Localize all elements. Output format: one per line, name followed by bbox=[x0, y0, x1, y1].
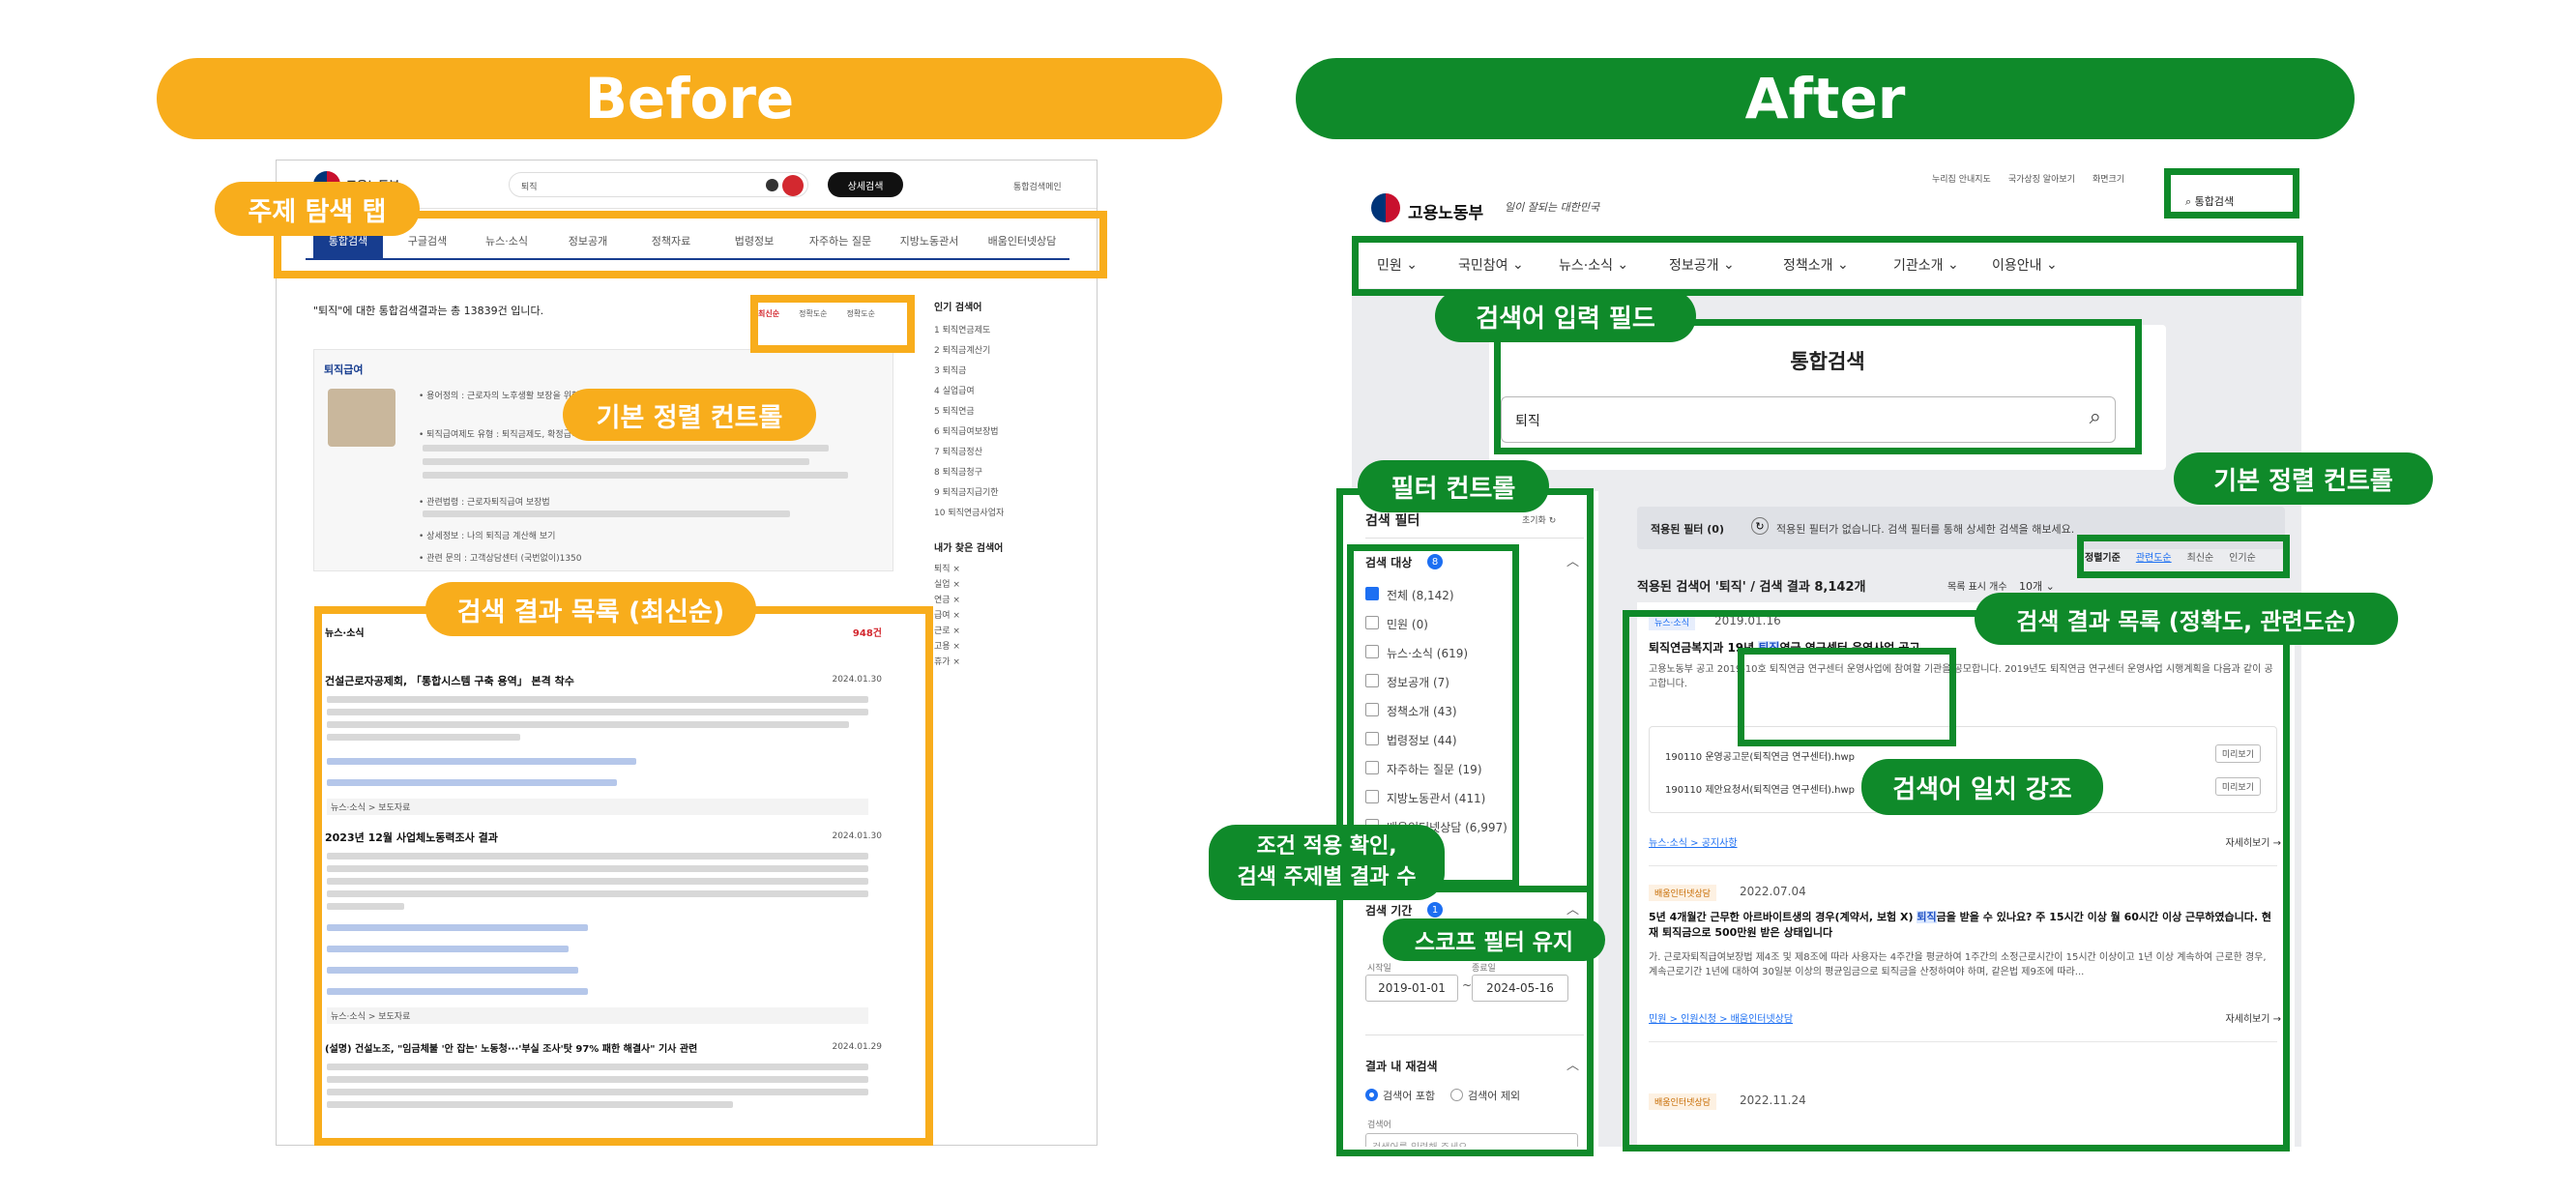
recent-item[interactable]: 휴가 × bbox=[934, 655, 1079, 670]
popular-item[interactable]: 3 퇴직금 bbox=[934, 364, 1079, 384]
recent-item[interactable]: 실업 × bbox=[934, 577, 1079, 593]
before-title: Before bbox=[157, 58, 1222, 139]
before-popular-keywords: 인기 검색어 1 퇴직연금제도 2 퇴직금계산기 3 퇴직금 4 실업급여 5 … bbox=[934, 299, 1079, 670]
popular-item[interactable]: 1 퇴직연금제도 bbox=[934, 323, 1079, 343]
annotation-sort-box bbox=[2077, 535, 2290, 578]
before-search-input[interactable]: 퇴직 bbox=[509, 172, 808, 197]
annotation-highlight-label: 검색어 일치 강조 bbox=[1861, 759, 2103, 815]
feature-image bbox=[328, 389, 395, 447]
refresh-icon[interactable]: ↻ bbox=[1751, 517, 1769, 535]
after-header: 고용노동부 일이 잘되는 대한민국 누리집 안내지도 국가상징 알아보기 화면크… bbox=[1352, 162, 2301, 240]
popular-item[interactable]: 9 퇴직금지급기한 bbox=[934, 485, 1079, 506]
popular-item[interactable]: 2 퇴직금계산기 bbox=[934, 343, 1079, 364]
before-feature-card: 퇴직급여 • 용어정의 : 근로자의 노후생활 보장을 위한 제도 • 퇴직급여… bbox=[313, 349, 893, 571]
annotation-input-label: 검색어 입력 필드 bbox=[1435, 290, 1696, 342]
after-top-links: 누리집 안내지도 국가상징 알아보기 화면크기 bbox=[1932, 175, 2125, 185]
annotation-result-box bbox=[1623, 610, 2290, 1151]
popular-item[interactable]: 7 퇴직금정산 bbox=[934, 445, 1079, 465]
annotation-highlight-box bbox=[1738, 648, 1956, 746]
before-result-summary: "퇴직"에 대한 통합검색결과는 총 13839건 입니다. bbox=[313, 305, 544, 317]
annotation-scope-keep-label: 스코프 필터 유지 bbox=[1383, 918, 1605, 961]
clear-icon[interactable] bbox=[766, 179, 778, 191]
recent-item[interactable]: 근로 × bbox=[934, 624, 1079, 639]
annotation-list-label: 검색 결과 목록 (최신순) bbox=[425, 582, 756, 636]
feature-title: 퇴직급여 bbox=[324, 364, 364, 376]
annotation-header-search-box bbox=[2164, 168, 2299, 219]
logo-icon bbox=[1371, 193, 1400, 222]
popular-item[interactable]: 10 퇴직연금사업자 bbox=[934, 506, 1079, 526]
annotation-result-label: 검색 결과 목록 (정확도, 관련도순) bbox=[1975, 593, 2398, 645]
recent-item[interactable]: 연금 × bbox=[934, 593, 1079, 608]
annotation-filter-label: 필터 컨트롤 bbox=[1358, 460, 1549, 512]
after-slogan: 일이 잘되는 대한민국 bbox=[1505, 201, 1600, 214]
popular-item[interactable]: 8 퇴직금청구 bbox=[934, 465, 1079, 485]
per-page-select[interactable]: 10개 ⌄ bbox=[2019, 578, 2055, 594]
popular-item[interactable]: 4 실업급여 bbox=[934, 384, 1079, 404]
annotation-nav-box bbox=[1352, 236, 2303, 296]
recent-item[interactable]: 퇴직 × bbox=[934, 562, 1079, 577]
recent-item[interactable]: 고용 × bbox=[934, 639, 1079, 655]
popular-item[interactable]: 6 퇴직급여보장법 bbox=[934, 424, 1079, 445]
search-icon[interactable] bbox=[782, 175, 804, 196]
after-title: After bbox=[1296, 58, 2355, 139]
annotation-sort-label: 기본 정렬 컨트롤 bbox=[2174, 452, 2433, 505]
popular-item[interactable]: 5 퇴직연금 bbox=[934, 404, 1079, 424]
annotation-tab-label: 주제 탐색 탭 bbox=[215, 182, 420, 236]
before-detail-search-button[interactable]: 상세검색 bbox=[828, 172, 903, 197]
recent-item[interactable]: 급여 × bbox=[934, 608, 1079, 624]
annotation-list-box bbox=[314, 606, 933, 1146]
annotation-sort-label: 기본 정렬 컨트롤 bbox=[563, 389, 816, 441]
result-heading: 적용된 검색어 '퇴직' / 검색 결과 8,142개 bbox=[1637, 580, 1866, 595]
before-top-link[interactable]: 통합검색메인 bbox=[1013, 180, 1062, 192]
after-brand: 고용노동부 bbox=[1408, 204, 1484, 223]
annotation-sort-box bbox=[750, 295, 915, 353]
